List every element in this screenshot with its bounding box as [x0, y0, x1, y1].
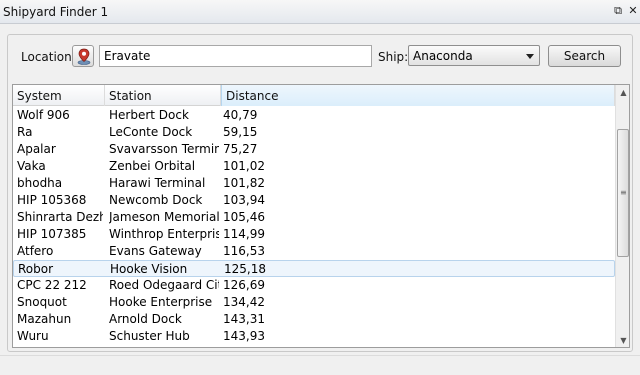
cell-system: Wuru: [17, 329, 49, 343]
cell-system: Atfero: [17, 244, 54, 258]
cell-system: HIP 105368: [17, 193, 87, 207]
cell-system: Snoquot: [17, 295, 67, 309]
column-header-distance[interactable]: Distance ▲: [221, 85, 629, 106]
column-header-distance-label: Distance: [226, 89, 279, 103]
location-input[interactable]: [99, 45, 372, 67]
cell-distance: 134,42: [223, 295, 265, 309]
grip-icon: ≡: [620, 188, 627, 197]
table-row[interactable]: Mazahun Arnold Dock 143,31: [13, 311, 615, 328]
status-bar: [0, 355, 640, 375]
chevron-down-icon: [526, 54, 534, 59]
cell-station: Arnold Dock: [109, 312, 182, 326]
cell-system: bhodha: [17, 176, 63, 190]
scroll-up-icon[interactable]: ▲: [616, 85, 629, 100]
table-row[interactable]: Vaka Zenbei Orbital 101,02: [13, 158, 615, 175]
ship-dropdown[interactable]: Anaconda: [408, 45, 540, 66]
scroll-thumb[interactable]: ≡: [617, 129, 629, 257]
table-row[interactable]: Robor Hooke Vision 125,18: [13, 260, 615, 277]
results-table[interactable]: System Station Distance ▲ Wolf 906 Herber…: [12, 84, 630, 348]
restore-icon[interactable]: ⧉: [611, 4, 625, 18]
cell-station: Hooke Vision: [110, 262, 188, 276]
cell-station: Newcomb Dock: [109, 193, 203, 207]
table-row[interactable]: HIP 105368 Newcomb Dock 103,94: [13, 192, 615, 209]
cell-distance: 75,27: [223, 142, 258, 156]
ship-selected-value: Anaconda: [413, 49, 473, 63]
close-icon[interactable]: ✕: [626, 4, 640, 18]
search-button[interactable]: Search: [548, 45, 621, 67]
cell-system: Ra: [17, 125, 33, 139]
cell-station: Herbert Dock: [109, 108, 189, 122]
cell-system: Robor: [18, 262, 54, 276]
cell-distance: 116,53: [223, 244, 265, 258]
table-row[interactable]: Snoquot Hooke Enterprise 134,42: [13, 294, 615, 311]
cell-distance: 143,31: [223, 312, 265, 326]
cell-station: Roed Odegaard City: [109, 278, 219, 292]
cell-station: Hooke Enterprise: [109, 295, 213, 309]
cell-distance: 105,46: [223, 210, 265, 224]
column-header-station[interactable]: Station: [105, 85, 221, 106]
cell-station: Harawi Terminal: [109, 176, 206, 190]
cell-distance: 125,18: [224, 262, 266, 276]
cell-station: Jameson Memorial: [109, 210, 219, 224]
cell-distance: 126,69: [223, 278, 265, 292]
location-pin-icon: [77, 48, 91, 65]
cell-station: Schuster Hub: [109, 329, 190, 343]
table-row[interactable]: bhodha Harawi Terminal 101,82: [13, 175, 615, 192]
cell-station: Zenbei Orbital: [109, 159, 196, 173]
scroll-down-icon[interactable]: ▼: [616, 333, 629, 347]
cell-distance: 101,82: [223, 176, 265, 190]
cell-system: Shinrarta Dezhra: [17, 210, 103, 224]
cell-distance: 143,93: [223, 329, 265, 343]
cell-distance: 103,94: [223, 193, 265, 207]
table-row[interactable]: HIP 107385 Winthrop Enterprise 114,99: [13, 226, 615, 243]
cell-station: Evans Gateway: [109, 244, 202, 258]
cell-station: LeConte Dock: [109, 125, 193, 139]
window-title: Shipyard Finder 1: [3, 5, 109, 19]
cell-system: Wolf 906: [17, 108, 70, 122]
title-bar: Shipyard Finder 1 ⧉ ✕: [0, 0, 640, 24]
cell-system: Apalar: [17, 142, 56, 156]
cell-distance: 40,79: [223, 108, 258, 122]
vertical-scrollbar[interactable]: ▲ ≡ ▼: [615, 85, 629, 347]
table-row[interactable]: CPC 22 212 Roed Odegaard City 126,69: [13, 277, 615, 294]
table-row[interactable]: Ra LeConte Dock 59,15: [13, 124, 615, 141]
cell-system: Vaka: [17, 159, 46, 173]
cell-system: CPC 22 212: [17, 278, 87, 292]
table-row[interactable]: Shinrarta Dezhra Jameson Memorial 105,46: [13, 209, 615, 226]
cell-station: Svavarsson Terminal: [109, 142, 219, 156]
table-row[interactable]: Wolf 906 Herbert Dock 40,79: [13, 107, 615, 124]
table-header: System Station Distance ▲: [13, 85, 629, 106]
cell-distance: 59,15: [223, 125, 258, 139]
ship-label: Ship:: [378, 50, 409, 64]
column-header-system[interactable]: System: [13, 85, 105, 106]
table-row[interactable]: Atfero Evans Gateway 116,53: [13, 243, 615, 260]
location-pin-button[interactable]: [72, 45, 94, 67]
table-row[interactable]: Wuru Schuster Hub 143,93: [13, 328, 615, 345]
cell-system: Mazahun: [17, 312, 72, 326]
location-label: Location:: [21, 50, 76, 64]
cell-distance: 114,99: [223, 227, 265, 241]
table-row[interactable]: Apalar Svavarsson Terminal 75,27: [13, 141, 615, 158]
cell-system: HIP 107385: [17, 227, 87, 241]
cell-distance: 101,02: [223, 159, 265, 173]
cell-station: Winthrop Enterprise: [109, 227, 219, 241]
